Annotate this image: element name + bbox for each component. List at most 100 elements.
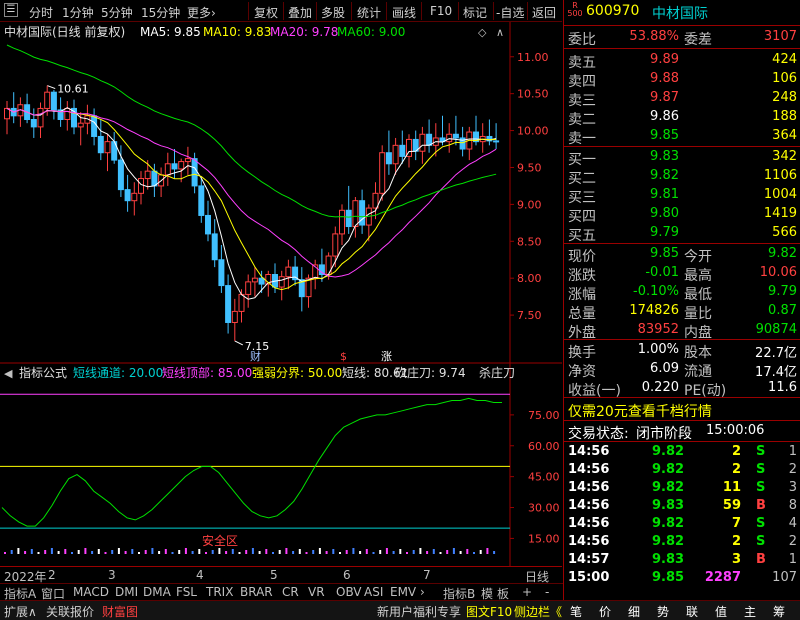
volume-bar	[352, 548, 355, 554]
indicator-tab[interactable]: BRAR	[240, 585, 273, 599]
candle-body	[225, 285, 232, 323]
volume-bar	[305, 552, 308, 554]
menu-icon[interactable]: ☰	[4, 3, 18, 17]
volume-bar	[452, 548, 455, 554]
tb-fenshi[interactable]: 分时	[29, 4, 53, 21]
expand-button[interactable]: 扩展∧	[4, 603, 37, 620]
indicator-chart[interactable]: ◀ 指标公式 短线通道: 20.00 短线顶部: 85.00 强弱分界: 50.…	[0, 364, 562, 566]
candle-body	[258, 277, 265, 285]
candle-body	[151, 170, 158, 187]
indicator-menu-icon[interactable]: ◀	[4, 367, 13, 380]
indicator-tab[interactable]: ›	[420, 585, 425, 599]
tb-5min[interactable]: 5分钟	[101, 4, 133, 21]
tb-1min[interactable]: 1分钟	[62, 4, 94, 21]
indicator-tab[interactable]: FSL	[176, 585, 197, 599]
side-tool-button[interactable]: 主	[744, 603, 756, 620]
volume-bar	[164, 549, 167, 554]
tb-fuquan[interactable]: 复权	[254, 4, 278, 21]
volume-bar	[44, 550, 47, 554]
candle-body	[117, 159, 124, 191]
volume-bar	[459, 551, 462, 554]
volume-bar	[412, 550, 415, 554]
volume-bar	[231, 549, 234, 554]
volume-bar	[84, 548, 87, 554]
tb-duogu[interactable]: 多股	[321, 4, 345, 21]
ind-sha: 杀庄刀	[479, 365, 515, 380]
tb-f10[interactable]: F10	[430, 4, 452, 18]
price-tick: 10.50	[517, 88, 549, 101]
collapse-icon[interactable]: ∧	[496, 26, 504, 39]
volume-bar	[225, 551, 228, 554]
indicator-tab[interactable]: ASI	[364, 585, 383, 599]
candle-body	[178, 161, 185, 170]
diamond-icon[interactable]: ◇	[478, 26, 487, 39]
indicator-tab[interactable]: TRIX	[206, 585, 233, 599]
tick-row: 14:56 9.82 11 S 3	[568, 480, 797, 495]
tb-huaxian[interactable]: 画线	[392, 4, 416, 21]
stock-name: 中材国际	[652, 6, 708, 22]
indicator-tab[interactable]: DMA	[143, 585, 171, 599]
candle-body	[37, 107, 44, 128]
side-tool-button[interactable]: 笔	[570, 603, 582, 620]
kline-chart[interactable]: 中材国际(日线 前复权) MA5: 9.85 MA10: 9.83 MA20: …	[0, 22, 562, 364]
tb-zixuan[interactable]: -自选	[496, 4, 524, 21]
candle-body	[452, 133, 459, 139]
side-tool-button[interactable]: 筹	[773, 603, 785, 620]
volume-bar	[158, 551, 161, 554]
volume-bar	[345, 550, 348, 554]
quote-stat-row: 外盘 83952 内盘 90874	[568, 322, 797, 341]
side-tool-button[interactable]: 势	[657, 603, 669, 620]
related-quote-button[interactable]: 关联报价	[46, 603, 94, 620]
indicator-tab[interactable]: CR	[282, 585, 299, 599]
quote-stat-row: 现价 9.85 今开 9.82	[568, 246, 797, 265]
candle-body	[238, 293, 245, 312]
promo-link[interactable]: 仅需20元查看千档行情	[568, 401, 712, 421]
candle-body	[339, 209, 345, 235]
side-tool-button[interactable]: 联	[686, 603, 698, 620]
tb-15min[interactable]: 15分钟	[141, 4, 180, 21]
side-tool-button[interactable]: 值	[715, 603, 727, 620]
safe-zone-label: 安全区	[202, 533, 238, 548]
indicator-tab[interactable]: VR	[308, 585, 325, 599]
tb-diejia[interactable]: 叠加	[288, 4, 312, 21]
indicator-tab[interactable]: OBV	[336, 585, 362, 599]
indicator-tab[interactable]: +	[522, 585, 532, 599]
indicator-tab[interactable]: -	[545, 585, 549, 599]
marker-dollar[interactable]: $	[340, 350, 347, 363]
volume-bar	[258, 551, 261, 554]
indicator-tab[interactable]: MACD	[73, 585, 109, 599]
indicator-tab[interactable]: DMI	[115, 585, 138, 599]
side-tool-button[interactable]: 价	[599, 603, 611, 620]
indicator-tab[interactable]: EMV	[390, 585, 416, 599]
candle-body	[211, 233, 218, 261]
date-label: 7	[423, 568, 431, 582]
tb-back[interactable]: 返回	[532, 4, 556, 21]
price-tick: 10.00	[517, 125, 549, 138]
date-axis: 2022年 2 3 4 5 6 7 日线	[0, 566, 562, 584]
volume-bar	[446, 550, 449, 554]
stock-code: 600970	[586, 3, 640, 19]
candle-body	[345, 209, 352, 228]
sell-level-row: 卖一 9.85 364	[568, 128, 797, 147]
volume-bar	[479, 550, 482, 554]
marker-cai[interactable]: 财	[250, 349, 261, 363]
side-tool-button[interactable]: 细	[628, 603, 640, 620]
news-ticker[interactable]: 新用户福利专享	[377, 603, 461, 620]
volume-bar	[131, 549, 134, 554]
candle-body	[30, 119, 37, 128]
sidebar-button[interactable]: 侧边栏《	[514, 603, 562, 620]
volume-bar	[332, 549, 335, 554]
candle-body	[50, 91, 57, 111]
buy-level-row: 买二 9.82 1106	[568, 168, 797, 187]
indicator-formula-label[interactable]: 指标公式	[19, 365, 67, 380]
volume-bar	[205, 552, 207, 554]
f10-button[interactable]: 图文F10	[466, 603, 512, 620]
tb-more[interactable]: 更多›	[187, 4, 216, 21]
tb-tongji[interactable]: 统计	[357, 4, 381, 21]
tb-biaoji[interactable]: 标记	[463, 4, 487, 21]
wealth-map-button[interactable]: 财富图	[102, 603, 138, 620]
volume-bar	[298, 549, 301, 554]
volume-bar	[265, 549, 268, 554]
indicator-tick: 30.00	[528, 502, 560, 515]
marker-zhang[interactable]: 涨	[381, 350, 392, 363]
